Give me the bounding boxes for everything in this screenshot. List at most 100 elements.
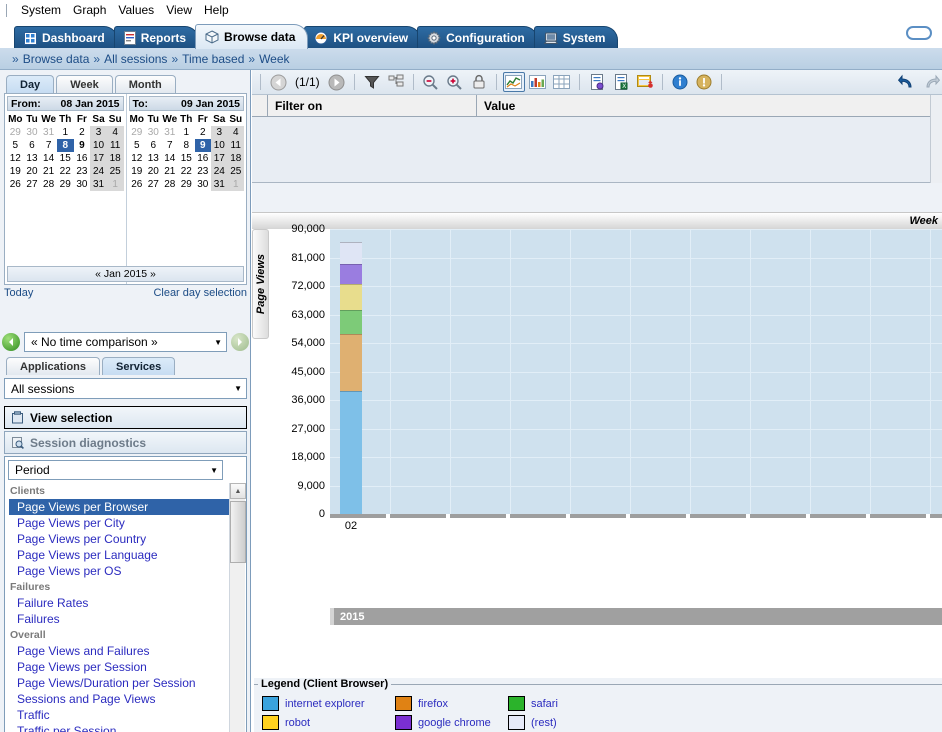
redo-button[interactable] bbox=[920, 72, 942, 92]
calendar-to-grid[interactable]: MoTuWeThFrSaSu 2930311234567891011121314… bbox=[129, 113, 245, 191]
tab-month[interactable]: Month bbox=[115, 75, 176, 93]
calendar-day-cell[interactable]: 31 bbox=[211, 178, 228, 191]
scroll-up-button[interactable]: ▲ bbox=[230, 483, 246, 499]
calendar-day-cell[interactable]: 26 bbox=[129, 178, 146, 191]
calendar-day-cell[interactable]: 17 bbox=[90, 152, 107, 165]
tab-services[interactable]: Services bbox=[102, 357, 175, 375]
tab-applications[interactable]: Applications bbox=[6, 357, 100, 375]
calendar-day-cell[interactable]: 21 bbox=[162, 165, 179, 178]
scrollbar-thumb[interactable] bbox=[230, 501, 246, 563]
calendar-day-cell[interactable]: 9 bbox=[74, 139, 91, 152]
calendar-day-cell[interactable]: 29 bbox=[129, 126, 146, 139]
list-item[interactable]: Page Views per OS bbox=[6, 563, 230, 579]
calendar-day-cell[interactable]: 11 bbox=[107, 139, 124, 152]
breadcrumb-item-time-based[interactable]: Time based bbox=[182, 52, 244, 66]
calendar-day-cell[interactable]: 1 bbox=[228, 178, 245, 191]
calendar-day-cell[interactable]: 24 bbox=[211, 165, 228, 178]
calendar-day-cell[interactable]: 1 bbox=[178, 126, 195, 139]
view-selection-header[interactable]: View selection bbox=[4, 406, 247, 429]
view-list-scrollbar[interactable]: ▲ ▼ bbox=[229, 483, 245, 732]
calendar-day-cell[interactable]: 26 bbox=[7, 178, 24, 191]
today-link[interactable]: Today bbox=[4, 287, 33, 303]
calendar-day-cell[interactable]: 21 bbox=[40, 165, 57, 178]
list-item[interactable]: Failures bbox=[6, 611, 230, 627]
calendar-day-cell[interactable]: 7 bbox=[162, 139, 179, 152]
legend-item[interactable]: safari bbox=[508, 696, 628, 711]
calendar-day-cell[interactable]: 28 bbox=[162, 178, 179, 191]
column-header-value[interactable]: Value bbox=[477, 95, 942, 116]
calendar-day-cell[interactable]: 19 bbox=[129, 165, 146, 178]
calendar-day-cell[interactable]: 27 bbox=[145, 178, 162, 191]
calendar-day-cell[interactable]: 17 bbox=[211, 152, 228, 165]
calendar-day-cell[interactable]: 19 bbox=[7, 165, 24, 178]
calendar-day-cell[interactable]: 29 bbox=[178, 178, 195, 191]
list-item[interactable]: Page Views per City bbox=[6, 515, 230, 531]
tab-kpi-overview[interactable]: KPI overview bbox=[304, 26, 421, 49]
calendar-day-cell[interactable]: 27 bbox=[24, 178, 41, 191]
next-period-button[interactable] bbox=[231, 333, 249, 351]
calendar-day-cell[interactable]: 6 bbox=[24, 139, 41, 152]
next-page-button[interactable] bbox=[326, 72, 348, 92]
calendar-day-cell[interactable]: 13 bbox=[145, 152, 162, 165]
list-item[interactable]: Page Views/Duration per Session bbox=[6, 675, 230, 691]
list-item[interactable]: Page Views per Country bbox=[6, 531, 230, 547]
lock-button[interactable] bbox=[468, 72, 490, 92]
calendar-from-grid[interactable]: MoTuWeThFrSaSu 2930311234567891011121314… bbox=[7, 113, 124, 191]
calendar-day-cell[interactable]: 23 bbox=[195, 165, 212, 178]
calendar-day-cell[interactable]: 30 bbox=[74, 178, 91, 191]
legend-item[interactable]: (rest) bbox=[508, 715, 628, 730]
tab-browse-data[interactable]: Browse data bbox=[195, 24, 308, 49]
calendar-day-cell[interactable]: 31 bbox=[40, 126, 57, 139]
tab-dashboard[interactable]: Dashboard bbox=[14, 26, 118, 49]
calendar-day-cell[interactable]: 5 bbox=[7, 139, 24, 152]
calendar-day-cell[interactable]: 1 bbox=[107, 178, 124, 191]
table-view-button[interactable] bbox=[551, 72, 573, 92]
calendar-day-cell[interactable]: 12 bbox=[129, 152, 146, 165]
plot-grid[interactable] bbox=[330, 229, 942, 514]
legend-item[interactable]: firefox bbox=[395, 696, 508, 711]
export-report-button[interactable] bbox=[586, 72, 608, 92]
line-chart-button[interactable] bbox=[503, 72, 525, 92]
warning-button[interactable] bbox=[693, 72, 715, 92]
calendar-day-cell[interactable]: 3 bbox=[90, 126, 107, 139]
column-header-filter-on[interactable]: Filter on bbox=[268, 95, 477, 116]
filter-button[interactable] bbox=[361, 72, 383, 92]
tab-configuration[interactable]: Configuration bbox=[417, 26, 538, 49]
menu-item-values[interactable]: Values bbox=[112, 2, 160, 18]
session-select[interactable]: All sessions ▼ bbox=[4, 378, 247, 399]
calendar-day-cell[interactable]: 18 bbox=[107, 152, 124, 165]
session-diagnostics-header[interactable]: Session diagnostics bbox=[4, 431, 247, 454]
zoom-out-button[interactable] bbox=[420, 72, 442, 92]
calendar-day-cell[interactable]: 30 bbox=[195, 178, 212, 191]
year-band[interactable]: 2015 bbox=[330, 608, 942, 625]
calendar-day-cell[interactable]: 5 bbox=[129, 139, 146, 152]
tab-week[interactable]: Week bbox=[56, 75, 113, 93]
previous-page-button[interactable] bbox=[267, 72, 289, 92]
calendar-day-cell[interactable]: 2 bbox=[195, 126, 212, 139]
calendar-day-cell[interactable]: 20 bbox=[24, 165, 41, 178]
calendar-day-cell[interactable]: 18 bbox=[228, 152, 245, 165]
calendar-to-nav[interactable]: « Jan 2015 » bbox=[7, 266, 244, 282]
menu-item-system[interactable]: System bbox=[15, 2, 67, 18]
tab-reports[interactable]: Reports bbox=[114, 26, 199, 49]
calendar-day-cell[interactable]: 29 bbox=[57, 178, 74, 191]
export-powerpoint-button[interactable] bbox=[634, 72, 656, 92]
calendar-day-cell[interactable]: 1 bbox=[57, 126, 74, 139]
calendar-day-cell[interactable]: 31 bbox=[90, 178, 107, 191]
calendar-day-cell[interactable]: 9 bbox=[195, 139, 212, 152]
bar-segment[interactable] bbox=[340, 242, 362, 264]
list-item[interactable]: Page Views per Browser bbox=[9, 499, 230, 515]
calendar-day-cell[interactable]: 23 bbox=[74, 165, 91, 178]
list-item[interactable]: Traffic bbox=[6, 707, 230, 723]
menu-item-help[interactable]: Help bbox=[198, 2, 235, 18]
previous-period-button[interactable] bbox=[2, 333, 20, 351]
list-item[interactable]: Sessions and Page Views bbox=[6, 691, 230, 707]
calendar-day-cell[interactable]: 30 bbox=[145, 126, 162, 139]
group-button[interactable] bbox=[385, 72, 407, 92]
calendar-day-cell[interactable]: 8 bbox=[178, 139, 195, 152]
calendar-day-cell[interactable]: 11 bbox=[228, 139, 245, 152]
list-item[interactable]: Page Views per Language bbox=[6, 547, 230, 563]
calendar-day-cell[interactable]: 22 bbox=[57, 165, 74, 178]
status-oval-button[interactable] bbox=[906, 26, 932, 40]
legend-item[interactable]: google chrome bbox=[395, 715, 508, 730]
